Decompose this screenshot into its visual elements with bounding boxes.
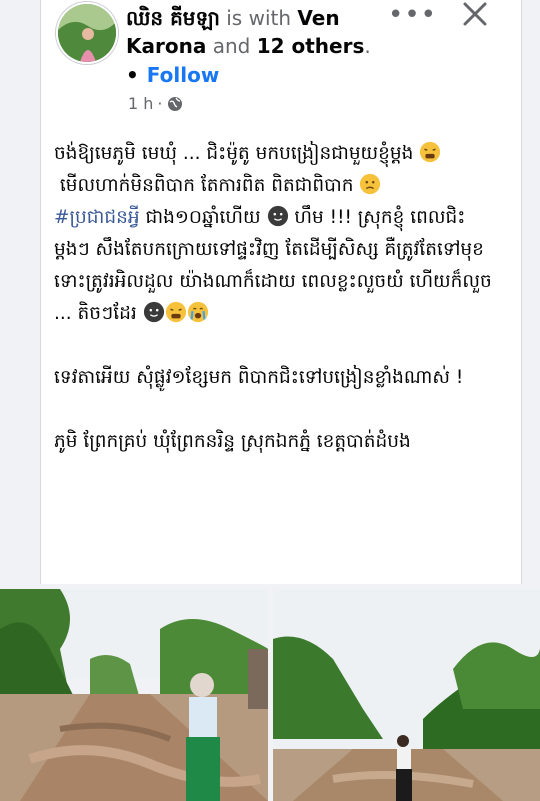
- others-link[interactable]: 12 others: [257, 34, 365, 58]
- post-meta: 1 h ·: [128, 94, 183, 113]
- and-text: and: [212, 34, 251, 58]
- avatar-image: [58, 4, 116, 62]
- post-photo-2[interactable]: [273, 589, 540, 801]
- hashtag-link[interactable]: #ប្រជាជនអ្វី: [54, 207, 140, 228]
- post-text-line-3: ជាង១០ឆ្នាំហើយ: [139, 207, 267, 228]
- slightly-frowning-face-emoji-icon: [360, 173, 381, 195]
- post-header: ឈិន គីមឡា is with Ven Karona and 12 othe…: [126, 4, 386, 60]
- follow-dot: •: [126, 63, 139, 87]
- more-options-button[interactable]: •••: [388, 0, 437, 30]
- post-photo-1[interactable]: [0, 589, 268, 801]
- post-text-line-1: ចង់ឱ្យមេភូមិ មេឃុំ ... ជិះម៉ូតូ មកបង្រៀន…: [54, 143, 420, 164]
- post-text: ចង់ឱ្យមេភូមិ មេឃុំ ... ជិះម៉ូតូ មកបង្រៀន…: [54, 138, 494, 458]
- follow-line: • Follow: [126, 61, 219, 89]
- close-icon[interactable]: [461, 0, 489, 28]
- tired-face-emoji-icon: [420, 141, 441, 163]
- crying-face-emoji-icon: [187, 301, 208, 323]
- tired-face-emoji-icon: [165, 301, 186, 323]
- post-text-line-4: ទេវតាអើយ សុំផ្លូវ១ខ្សែមក ពិបាកជិះទៅបង្រៀ…: [54, 367, 464, 388]
- post-text-line-5: ភូមិ ព្រែកគ្រប់ ឃុំព្រែកនរិន្ទ ស្រុកឯកភ្…: [54, 431, 411, 452]
- post-text-line-2: មើលហាក់មិនពិបាក តែការពិត ពិតជាពិបាក: [54, 175, 360, 196]
- dark-face-emoji-icon: [143, 301, 164, 323]
- author-name[interactable]: ឈិន គីមឡា: [126, 6, 220, 30]
- globe-icon: [167, 96, 182, 111]
- time-separator: ·: [157, 94, 163, 113]
- timestamp[interactable]: 1 h: [128, 94, 153, 113]
- photo-2-image: [273, 589, 540, 801]
- dark-face-emoji-icon: [267, 205, 288, 227]
- with-text: is with: [226, 6, 292, 30]
- author-avatar[interactable]: [56, 2, 118, 64]
- period: .: [364, 34, 371, 58]
- photo-1-image: [0, 589, 268, 801]
- follow-button[interactable]: Follow: [147, 63, 220, 87]
